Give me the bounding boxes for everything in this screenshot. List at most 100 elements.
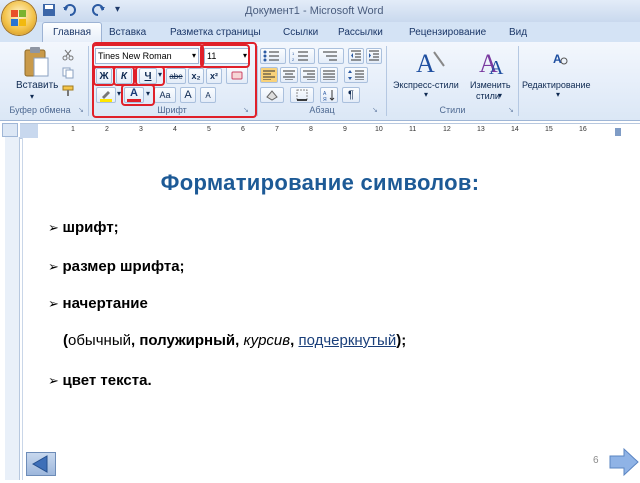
tab-selector[interactable] xyxy=(2,123,18,137)
slide-title: Форматирование символов: xyxy=(160,170,480,195)
styles-launcher-icon[interactable]: ↘ xyxy=(508,106,514,114)
font-color-highlight xyxy=(121,84,155,106)
align-left-button[interactable] xyxy=(260,67,278,83)
ruler-label: 7 xyxy=(275,126,279,133)
horizontal-ruler[interactable]: 1 2 3 4 5 6 7 8 9 10 11 12 13 14 15 16 xyxy=(20,123,640,139)
shading-icon xyxy=(266,90,278,101)
window-title: Документ1 - Microsoft Word xyxy=(245,5,384,17)
save-icon[interactable] xyxy=(42,3,56,19)
decrease-indent-button[interactable] xyxy=(348,48,364,64)
borders-icon xyxy=(296,89,308,101)
line-spacing-button[interactable] xyxy=(344,67,368,83)
style-normal: обычный xyxy=(68,332,131,349)
align-center-icon xyxy=(283,70,295,80)
italic-highlight xyxy=(113,66,135,86)
font-size-highlight xyxy=(200,44,250,68)
bullets-icon xyxy=(263,50,279,62)
editing-dropdown-icon[interactable]: ▾ xyxy=(556,90,560,99)
arrow-bullet-icon: ➢ xyxy=(48,296,63,311)
cut-icon[interactable] xyxy=(62,48,74,66)
paste-dropdown-icon[interactable]: ▾ xyxy=(30,92,34,101)
list-item: ➢ цвет текста. xyxy=(48,372,152,389)
customize-qat-icon[interactable]: ▾ xyxy=(115,4,120,20)
align-center-button[interactable] xyxy=(280,67,298,83)
office-button[interactable] xyxy=(2,1,36,35)
increase-indent-button[interactable] xyxy=(366,48,382,64)
pilcrow-icon: ¶ xyxy=(348,89,354,101)
paragraph-group-label: Абзац xyxy=(309,105,335,115)
bullets-button[interactable] xyxy=(260,48,286,64)
change-styles-dropdown-icon[interactable]: ▾ xyxy=(498,91,502,100)
editing-label[interactable]: Редактирование xyxy=(522,80,591,90)
svg-text:A: A xyxy=(416,49,435,78)
format-painter-icon[interactable] xyxy=(62,84,74,102)
numbering-icon: 12 xyxy=(292,51,308,62)
change-styles-label-1[interactable]: Изменить xyxy=(470,80,511,90)
undo-icon[interactable] xyxy=(62,3,76,19)
show-marks-button[interactable]: ¶ xyxy=(342,87,360,103)
align-right-icon xyxy=(303,70,315,80)
ruler-margin-left xyxy=(20,124,38,138)
arrow-bullet-icon: ➢ xyxy=(48,259,63,274)
previous-slide-button[interactable] xyxy=(26,452,56,476)
borders-button[interactable] xyxy=(290,87,314,103)
quick-styles-label[interactable]: Экспресс-стили xyxy=(393,80,459,90)
ruler-label: 1 xyxy=(71,126,75,133)
shading-button[interactable] xyxy=(260,87,284,103)
quick-styles-icon[interactable]: A xyxy=(410,46,450,78)
list-item-text: цвет текста. xyxy=(62,372,152,389)
ruler-label: 15 xyxy=(545,126,553,133)
right-indent-marker[interactable] xyxy=(615,128,621,136)
list-item-text: начертание xyxy=(62,295,148,312)
text-styles-line: (обычный, полужирный, курсив, подчеркнут… xyxy=(63,332,406,349)
sort-button[interactable]: АЯ xyxy=(320,87,338,103)
bold-highlight xyxy=(93,66,115,86)
arrow-right-icon xyxy=(609,447,639,477)
redo-icon[interactable] xyxy=(92,3,106,19)
editing-icon[interactable]: A xyxy=(550,48,570,68)
ruler-label: 5 xyxy=(207,126,211,133)
tab-page-layout[interactable]: Разметка страницы xyxy=(166,25,265,40)
ruler-label: 11 xyxy=(409,126,417,133)
tab-references[interactable]: Ссылки xyxy=(279,25,322,40)
clipboard-launcher-icon[interactable]: ↘ xyxy=(78,106,84,114)
style-italic: курсив xyxy=(243,332,291,349)
change-styles-label-2[interactable]: стили xyxy=(476,91,500,101)
list-item: ➢ шрифт; xyxy=(48,219,119,236)
group-separator xyxy=(386,46,387,116)
underline-highlight xyxy=(135,66,165,86)
list-item: ➢ размер шрифта; xyxy=(48,258,185,275)
styles-group-label: Стили xyxy=(439,105,466,115)
ruler-label: 9 xyxy=(343,126,347,133)
ruler-label: 16 xyxy=(579,126,587,133)
ruler-label: 8 xyxy=(309,126,313,133)
quick-styles-dropdown-icon[interactable]: ▾ xyxy=(424,90,428,99)
list-item-text: шрифт; xyxy=(62,219,119,236)
ruler-label: 14 xyxy=(511,126,519,133)
arrow-bullet-icon: ➢ xyxy=(48,220,63,235)
numbering-button[interactable]: 12 xyxy=(289,48,315,64)
justify-button[interactable] xyxy=(320,67,338,83)
ruler-label: 2 xyxy=(105,126,109,133)
tab-view[interactable]: Вид xyxy=(505,25,531,40)
style-bold: полужирный xyxy=(139,332,236,349)
ruler-label: 13 xyxy=(477,126,485,133)
font-name-highlight xyxy=(92,44,204,68)
tab-mailings[interactable]: Рассылки xyxy=(334,25,387,40)
next-slide-button[interactable] xyxy=(608,446,640,478)
paste-label[interactable]: Вставить xyxy=(16,80,58,91)
group-separator xyxy=(257,46,258,116)
copy-icon[interactable] xyxy=(62,66,74,84)
svg-text:2: 2 xyxy=(292,57,295,62)
paragraph-launcher-icon[interactable]: ↘ xyxy=(372,106,378,114)
tab-home[interactable]: Главная xyxy=(42,22,102,43)
office-logo-icon xyxy=(11,10,27,26)
paste-icon[interactable] xyxy=(22,46,50,78)
multilevel-list-button[interactable] xyxy=(318,48,344,64)
tab-insert[interactable]: Вставка xyxy=(105,25,150,40)
group-separator xyxy=(518,46,519,116)
change-styles-icon[interactable]: AA xyxy=(475,46,515,79)
align-right-button[interactable] xyxy=(300,67,318,83)
justify-icon xyxy=(323,70,335,80)
tab-review[interactable]: Рецензирование xyxy=(405,25,490,40)
